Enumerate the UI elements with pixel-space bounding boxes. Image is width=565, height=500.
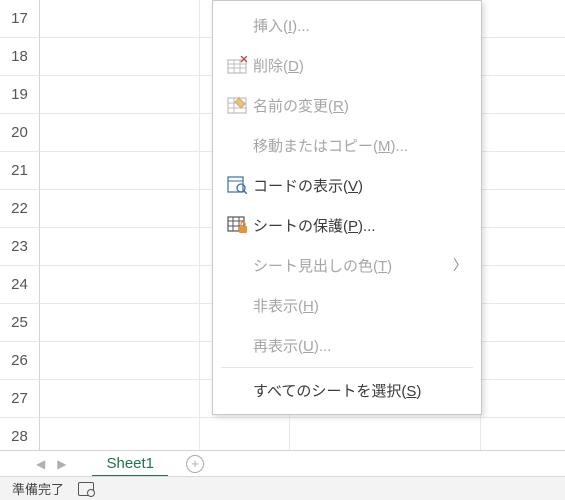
row-header[interactable]: 18	[0, 38, 40, 76]
menu-delete[interactable]: 削除(D)	[213, 45, 481, 85]
prev-sheet-arrow[interactable]: ◀	[36, 457, 45, 471]
menu-label: 挿入(I)...	[253, 15, 467, 36]
delete-icon	[221, 56, 253, 74]
menu-protect-sheet[interactable]: シートの保護(P)...	[213, 205, 481, 245]
menu-tab-color[interactable]: シート見出しの色(T) 〉	[213, 245, 481, 285]
cell[interactable]	[40, 266, 200, 304]
cell[interactable]	[481, 0, 565, 38]
menu-label: 名前の変更(R)	[253, 95, 467, 116]
cell[interactable]	[481, 114, 565, 152]
protect-icon	[221, 216, 253, 234]
sheet-tab-bar: ◀ ▶ Sheet1 +	[0, 450, 565, 476]
cell[interactable]	[40, 304, 200, 342]
row-header[interactable]: 24	[0, 266, 40, 304]
view-code-icon	[221, 176, 253, 194]
menu-hide[interactable]: 非表示(H)	[213, 285, 481, 325]
next-sheet-arrow[interactable]: ▶	[57, 457, 66, 471]
row-header[interactable]: 27	[0, 380, 40, 418]
cell[interactable]	[40, 38, 200, 76]
row-header[interactable]: 25	[0, 304, 40, 342]
menu-move-copy[interactable]: 移動またはコピー(M)...	[213, 125, 481, 165]
menu-label: 削除(D)	[253, 55, 467, 76]
macro-record-icon[interactable]	[78, 482, 94, 496]
row-header[interactable]: 20	[0, 114, 40, 152]
status-bar: 準備完了	[0, 476, 565, 500]
cell[interactable]	[40, 380, 200, 418]
cell[interactable]	[481, 380, 565, 418]
menu-unhide[interactable]: 再表示(U)...	[213, 325, 481, 365]
cell[interactable]	[481, 152, 565, 190]
menu-label: 再表示(U)...	[253, 335, 467, 356]
cell[interactable]	[481, 266, 565, 304]
cell[interactable]	[40, 76, 200, 114]
menu-insert[interactable]: 挿入(I)...	[213, 5, 481, 45]
row-header[interactable]: 19	[0, 76, 40, 114]
menu-label: コードの表示(V)	[253, 175, 467, 196]
row-header[interactable]: 23	[0, 228, 40, 266]
menu-label: シート見出しの色(T)	[253, 255, 453, 276]
chevron-right-icon: 〉	[453, 255, 467, 275]
menu-label: シートの保護(P)...	[253, 215, 467, 236]
sheet-tab-active[interactable]: Sheet1	[92, 452, 168, 477]
cell[interactable]	[40, 190, 200, 228]
row-header[interactable]: 21	[0, 152, 40, 190]
cell[interactable]	[40, 114, 200, 152]
cell[interactable]	[481, 76, 565, 114]
row-header[interactable]: 17	[0, 0, 40, 38]
menu-rename[interactable]: 名前の変更(R)	[213, 85, 481, 125]
menu-select-all-sheets[interactable]: すべてのシートを選択(S)	[213, 370, 481, 410]
menu-label: 非表示(H)	[253, 295, 467, 316]
cell[interactable]	[481, 190, 565, 228]
row-header[interactable]: 26	[0, 342, 40, 380]
cell[interactable]	[481, 38, 565, 76]
status-text: 準備完了	[12, 479, 64, 498]
add-sheet-button[interactable]: +	[186, 455, 204, 473]
menu-view-code[interactable]: コードの表示(V)	[213, 165, 481, 205]
cell[interactable]	[481, 342, 565, 380]
sheet-context-menu: 挿入(I)... 削除(D) 名前の変更(R) 移動またはコピー(M)... コ…	[212, 0, 482, 415]
cell[interactable]	[40, 152, 200, 190]
cell[interactable]	[481, 228, 565, 266]
cell[interactable]	[481, 304, 565, 342]
cell[interactable]	[40, 342, 200, 380]
row-header[interactable]: 22	[0, 190, 40, 228]
menu-label: すべてのシートを選択(S)	[253, 380, 467, 401]
menu-separator	[221, 367, 473, 368]
cell[interactable]	[40, 0, 200, 38]
rename-icon	[221, 96, 253, 114]
menu-label: 移動またはコピー(M)...	[253, 135, 467, 156]
cell[interactable]	[40, 228, 200, 266]
